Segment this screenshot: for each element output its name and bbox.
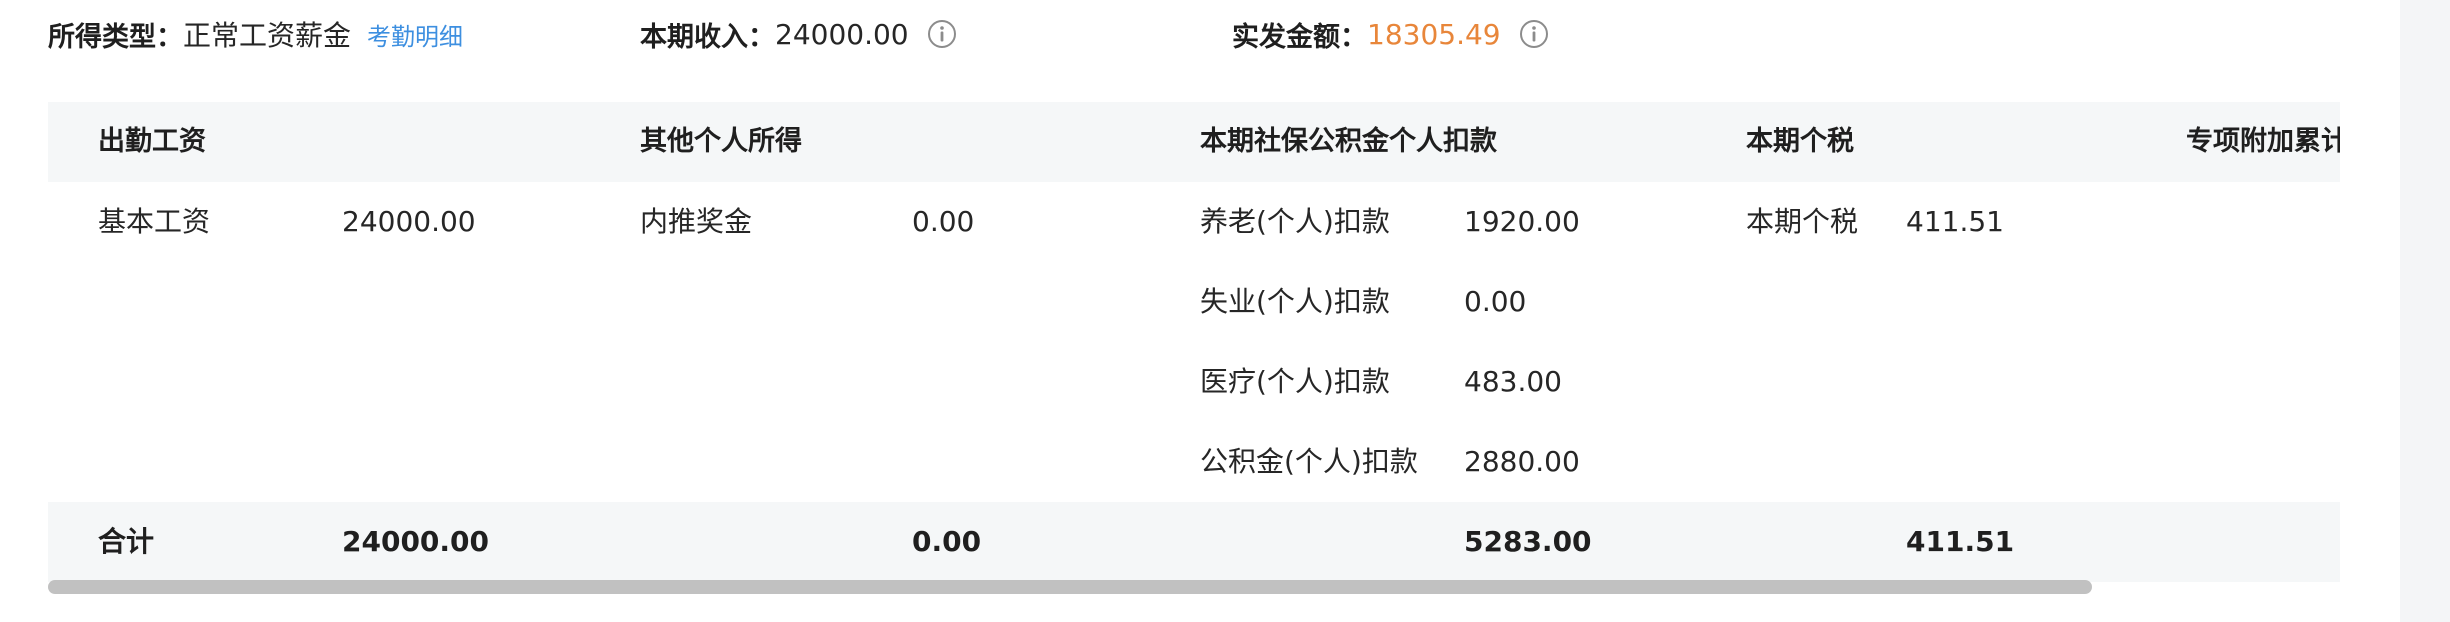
unemployment-label: 失业(个人)扣款	[1200, 285, 1390, 318]
header-attendance-wage: 出勤工资	[98, 126, 206, 157]
pension-value: 1920.00	[1464, 205, 1580, 238]
housing-fund-label: 公积金(个人)扣款	[1200, 445, 1418, 478]
medical-value: 483.00	[1464, 365, 1562, 398]
social-insurance-total: 5283.00	[1464, 525, 1592, 558]
income-type-summary: 所得类型： 正常工资薪金 考勤明细	[48, 14, 463, 54]
current-income-summary: 本期收入： 24000.00	[640, 14, 957, 54]
tax-total: 411.51	[1906, 525, 2015, 558]
header-other-income: 其他个人所得	[640, 126, 802, 157]
header-special-deduction: 专项附加累计	[2186, 126, 2340, 157]
housing-fund-value: 2880.00	[1464, 445, 1580, 478]
attendance-detail-link[interactable]: 考勤明细	[367, 17, 463, 52]
horizontal-scrollbar[interactable]	[48, 580, 2340, 594]
net-pay-value: 18305.49	[1367, 17, 1501, 51]
basic-wage-value: 24000.00	[342, 205, 476, 238]
total-label: 合计	[98, 525, 155, 558]
bonus-label: 内推奖金	[640, 205, 753, 238]
scrollbar-thumb[interactable]	[48, 580, 2092, 594]
pension-label: 养老(个人)扣款	[1200, 205, 1390, 238]
unemployment-value: 0.00	[1464, 285, 1527, 318]
info-circle-icon[interactable]	[1519, 19, 1549, 49]
net-pay-summary: 实发金额： 18305.49	[1232, 14, 1549, 54]
tax-label: 本期个税	[1746, 205, 1859, 238]
current-income-value: 24000.00	[775, 17, 909, 51]
basic-wage-label: 基本工资	[98, 205, 211, 238]
income-type-value: 正常工资薪金	[183, 19, 352, 52]
salary-detail-panel: 所得类型： 正常工资薪金 考勤明细 本期收入： 24000.00 实发金额： 1…	[0, 0, 2450, 622]
header-current-tax: 本期个税	[1746, 126, 1854, 157]
income-type-label: 所得类型：	[48, 21, 183, 53]
bonus-value: 0.00	[912, 205, 975, 238]
net-pay-label: 实发金额：	[1232, 21, 1367, 53]
other-income-total: 0.00	[912, 525, 982, 558]
right-gutter	[2400, 0, 2450, 622]
header-social-insurance: 本期社保公积金个人扣款	[1200, 126, 1497, 157]
info-circle-icon[interactable]	[927, 19, 957, 49]
medical-label: 医疗(个人)扣款	[1200, 365, 1390, 398]
attendance-total: 24000.00	[342, 525, 490, 558]
table-header	[48, 102, 2340, 182]
tax-value: 411.51	[1906, 205, 2004, 238]
salary-table: 出勤工资 其他个人所得 本期社保公积金个人扣款 本期个税 专项附加累计 基本工资…	[48, 102, 2340, 582]
current-income-label: 本期收入：	[640, 21, 775, 53]
